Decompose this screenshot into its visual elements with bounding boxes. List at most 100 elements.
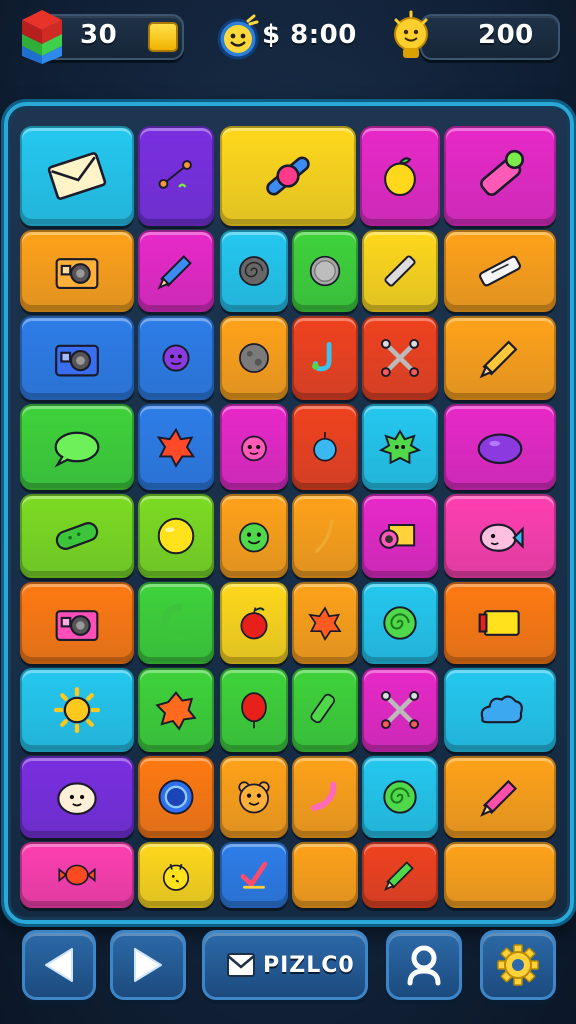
yellow-ball-icon xyxy=(157,517,195,555)
bulb-icon xyxy=(388,10,434,64)
tile-moon-rock[interactable] xyxy=(220,316,288,400)
tile-hook[interactable] xyxy=(292,316,358,400)
arrow-right-icon xyxy=(134,948,162,982)
tile-red-balloon[interactable] xyxy=(220,668,288,752)
tile-check-mark[interactable] xyxy=(220,842,288,908)
score-value: 200 xyxy=(478,20,534,50)
top-hud: 30 $ 8:00 200 xyxy=(0,0,576,80)
tile-apple[interactable] xyxy=(220,582,288,664)
smiley-coin-icon xyxy=(214,12,262,62)
green-swirl-icon xyxy=(383,780,417,814)
tile-green-tube[interactable] xyxy=(292,668,358,752)
bear-face-icon xyxy=(238,781,270,814)
green-tube-icon xyxy=(310,693,336,724)
green-face-icon xyxy=(239,522,269,553)
tile-blue-ring[interactable] xyxy=(138,756,214,838)
tile-green-bubble[interactable] xyxy=(20,404,134,490)
spiral-disc-icon xyxy=(239,256,269,286)
gray-coin-icon xyxy=(309,255,341,287)
tile-battery[interactable] xyxy=(444,582,556,664)
tile-red-candy[interactable] xyxy=(20,842,134,908)
curved-pipe-icon xyxy=(311,781,337,811)
sun-icon xyxy=(53,686,101,734)
tile-stick[interactable] xyxy=(292,494,358,578)
tile-pencil[interactable] xyxy=(138,230,214,312)
stick-figure-icon xyxy=(158,160,192,189)
tile-green-face[interactable] xyxy=(220,494,288,578)
blue-ring-icon xyxy=(158,779,194,815)
orange-leaf-icon xyxy=(308,606,342,642)
tile-pink-bug[interactable] xyxy=(220,404,288,490)
envelope-check-icon xyxy=(227,953,255,977)
camera-icon xyxy=(55,258,99,290)
tile-yellow-chick[interactable] xyxy=(138,842,214,908)
green-curl-icon xyxy=(160,603,187,642)
tile-purple-blob[interactable] xyxy=(138,316,214,400)
tile-blue-cloud[interactable] xyxy=(444,668,556,752)
tile-pinwheel[interactable] xyxy=(220,126,356,226)
green-bubble-icon xyxy=(54,431,100,468)
projector-icon xyxy=(379,524,416,549)
tile-bear-face[interactable] xyxy=(220,756,288,838)
tile-chalk[interactable] xyxy=(362,230,438,312)
tile-fish[interactable] xyxy=(444,494,556,578)
settings-button[interactable] xyxy=(480,930,556,1000)
green-pencil-icon xyxy=(383,861,414,892)
tile-camera-blue[interactable] xyxy=(20,316,134,400)
tile-yellow-ball[interactable] xyxy=(138,494,214,578)
tile-white-ghost[interactable] xyxy=(20,756,134,838)
tile-empty[interactable] xyxy=(292,842,358,908)
tile-green-curl[interactable] xyxy=(138,582,214,664)
tile-sun[interactable] xyxy=(20,668,134,752)
tile-green-spiral[interactable] xyxy=(362,582,438,664)
tile-envelope[interactable] xyxy=(20,126,134,226)
tile-orange-splat[interactable] xyxy=(138,668,214,752)
tile-empty[interactable] xyxy=(444,842,556,908)
stick-icon xyxy=(315,519,334,553)
camera-pink-icon xyxy=(55,610,99,642)
blue-drop-icon xyxy=(313,432,337,462)
pickle-icon xyxy=(55,522,99,550)
profile-button[interactable] xyxy=(386,930,462,1000)
blocks-count-value: 30 xyxy=(80,20,118,50)
fish-icon xyxy=(479,523,524,552)
user-icon xyxy=(407,945,441,986)
tile-camera[interactable] xyxy=(20,230,134,312)
tile-orange-leaf[interactable] xyxy=(292,582,358,664)
tile-crossed-bones[interactable] xyxy=(362,316,438,400)
red-balloon-icon xyxy=(241,692,267,729)
purple-blob-wide-icon xyxy=(477,433,523,465)
tile-crossed-sticks[interactable] xyxy=(362,668,438,752)
tile-lemon[interactable] xyxy=(360,126,440,226)
crossed-bones-icon xyxy=(380,338,420,378)
tile-stick-figure[interactable] xyxy=(138,126,214,226)
tile-pencil-yellow[interactable] xyxy=(444,316,556,400)
tile-leaf[interactable] xyxy=(138,404,214,490)
lemon-icon xyxy=(384,157,416,197)
tile-purple-blob-wide[interactable] xyxy=(444,404,556,490)
arrow-left-icon xyxy=(45,948,73,982)
next-button[interactable] xyxy=(110,930,186,1000)
puzzle-button[interactable]: PIZLC0 xyxy=(202,930,368,1000)
previous-button[interactable] xyxy=(22,930,96,1000)
tube-icon xyxy=(479,255,521,287)
tile-blue-drop[interactable] xyxy=(292,404,358,490)
tile-tube[interactable] xyxy=(444,230,556,312)
tile-bottle[interactable] xyxy=(444,126,556,226)
tile-pickle[interactable] xyxy=(20,494,134,578)
moon-rock-icon xyxy=(239,343,269,373)
tile-green-pencil[interactable] xyxy=(362,842,438,908)
tile-green-swirl[interactable] xyxy=(362,756,438,838)
tile-spiral-disc[interactable] xyxy=(220,230,288,312)
pink-bug-icon xyxy=(241,435,267,462)
orange-splat-icon xyxy=(155,691,197,731)
tile-projector[interactable] xyxy=(362,494,438,578)
tile-green-splat[interactable] xyxy=(362,404,438,490)
tile-pink-marker[interactable] xyxy=(444,756,556,838)
tile-curved-pipe[interactable] xyxy=(292,756,358,838)
tile-camera-pink[interactable] xyxy=(20,582,134,664)
envelope-icon xyxy=(47,152,107,200)
white-ghost-icon xyxy=(57,782,97,816)
apple-icon xyxy=(240,607,268,640)
tile-gray-coin[interactable] xyxy=(292,230,358,312)
